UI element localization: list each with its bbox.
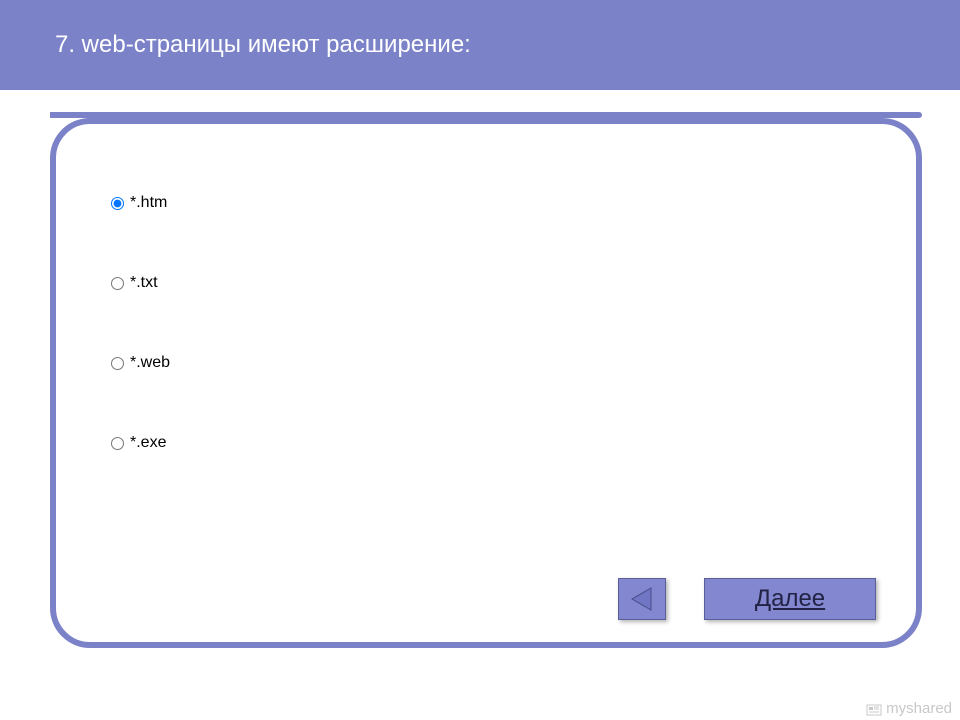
option-label: *.htm [130,194,167,212]
option-label: *.txt [130,274,158,292]
triangle-left-icon [629,586,655,612]
next-button[interactable]: Далее [704,578,876,620]
next-button-label: Далее [755,585,825,613]
option-radio-exe[interactable] [111,437,124,450]
option-row: *.web [111,354,170,372]
option-row: *.txt [111,274,170,292]
watermark-text: myshared [886,700,952,717]
footer-controls: Далее [618,578,876,620]
option-label: *.exe [130,434,166,452]
watermark: myshared [866,700,952,717]
panel-corner-mask [0,90,50,150]
question-title: 7. web-страницы имеют расширение: [55,31,471,59]
content-panel: *.htm *.txt *.web *.exe Далее [50,118,922,648]
option-radio-txt[interactable] [111,277,124,290]
option-row: *.exe [111,434,170,452]
watermark-icon [866,702,882,716]
option-radio-web[interactable] [111,357,124,370]
question-header: 7. web-страницы имеют расширение: [0,0,960,90]
option-label: *.web [130,354,170,372]
options-group: *.htm *.txt *.web *.exe [111,194,170,514]
option-radio-htm[interactable] [111,197,124,210]
option-row: *.htm [111,194,170,212]
back-button[interactable] [618,578,666,620]
